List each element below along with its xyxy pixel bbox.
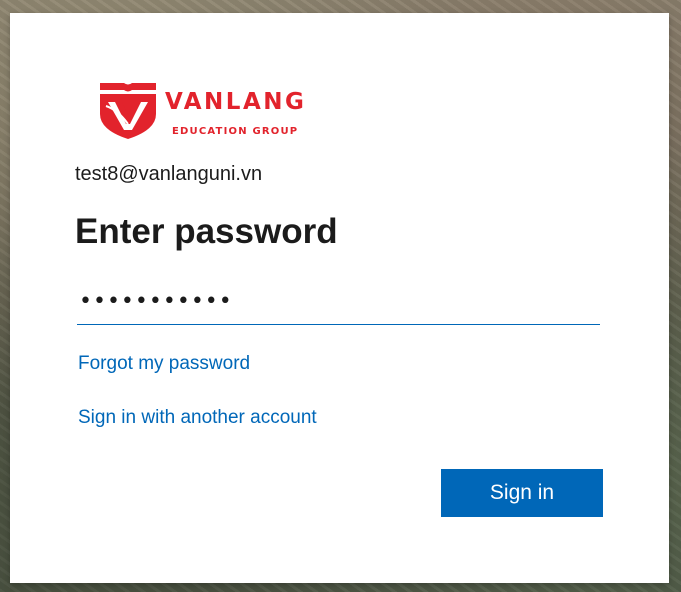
forgot-password-link[interactable]: Forgot my password	[78, 353, 250, 375]
other-account-link[interactable]: Sign in with another account	[78, 407, 317, 429]
shield-logo-icon	[100, 83, 156, 139]
vanlang-logo: VANLANG EDUCATION GROUP	[98, 80, 323, 150]
logo-subtitle: EDUCATION GROUP	[172, 126, 299, 137]
account-identity: test8@vanlanguni.vn	[75, 163, 263, 185]
sign-in-card: VANLANG EDUCATION GROUP test8@vanlanguni…	[10, 13, 669, 583]
password-field-container	[77, 283, 600, 325]
sign-in-button[interactable]: Sign in	[441, 469, 603, 517]
page-title: Enter password	[75, 212, 338, 251]
logo-wordmark: VANLANG	[165, 89, 307, 115]
password-input[interactable]	[77, 283, 600, 319]
